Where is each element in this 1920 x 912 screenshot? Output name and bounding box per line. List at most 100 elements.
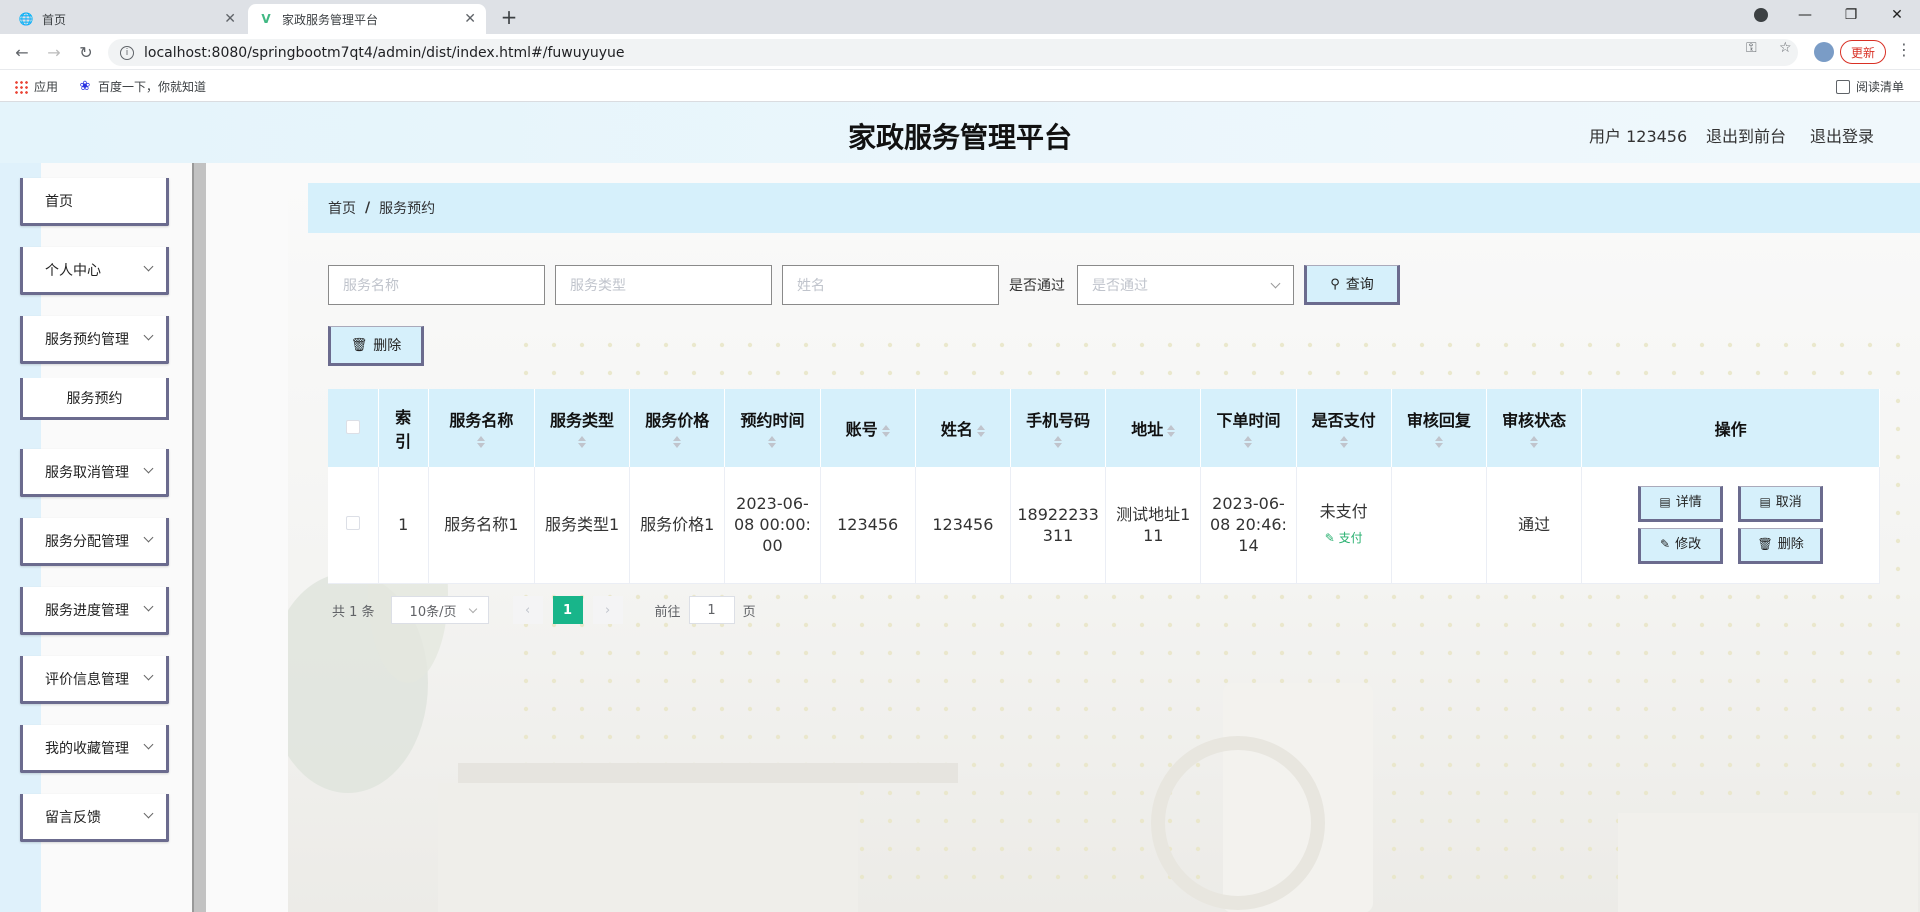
service-name-input[interactable]: 服务名称	[328, 265, 545, 305]
cell-order-time: 2023-06-08 20:46:14	[1200, 467, 1297, 584]
query-button[interactable]: ⚲ 查询	[1304, 265, 1400, 305]
sort-icon[interactable]	[1392, 435, 1486, 449]
col-appointment-time[interactable]: 预约时间	[724, 389, 821, 467]
person-name-input[interactable]: 姓名	[782, 265, 999, 305]
sidebar-item-feedback[interactable]: 留言反馈	[20, 794, 169, 842]
select-all-cell	[328, 389, 379, 467]
back-icon[interactable]: ←	[10, 40, 34, 64]
sidebar-item-appointment-mgmt[interactable]: 服务预约管理	[20, 316, 169, 364]
service-type-input[interactable]: 服务类型	[555, 265, 772, 305]
sidebar-item-assign-mgmt[interactable]: 服务分配管理	[20, 518, 169, 566]
col-service-name[interactable]: 服务名称	[428, 389, 535, 467]
tab-title: 家政服务管理平台	[282, 12, 379, 27]
sidebar-item-personal-center[interactable]: 个人中心	[20, 247, 169, 295]
close-tab-icon[interactable]: ✕	[224, 11, 236, 27]
detail-button[interactable]: ▤ 详情	[1638, 485, 1724, 522]
edit-pen-icon: ✎	[1324, 530, 1335, 545]
sort-icon[interactable]	[630, 435, 724, 449]
col-service-price[interactable]: 服务价格	[629, 389, 726, 467]
sort-icon[interactable]	[429, 435, 534, 449]
tab-title: 首页	[42, 12, 67, 27]
batch-delete-button[interactable]: 🗑 删除	[328, 326, 424, 366]
col-review-reply[interactable]: 审核回复	[1391, 389, 1487, 467]
col-address[interactable]: 地址	[1105, 389, 1202, 467]
logout-link[interactable]: 退出登录	[1810, 123, 1874, 147]
cell-service-type: 服务类型1	[534, 467, 631, 584]
sidebar-item-label: 服务预约管理	[45, 331, 129, 348]
column-header: 服务类型	[550, 411, 615, 430]
edit-button[interactable]: ✎ 修改	[1638, 527, 1724, 564]
sidebar-scrollbar[interactable]	[192, 163, 206, 912]
delete-label: 删除	[1777, 537, 1804, 553]
cancel-button[interactable]: ▤ 取消	[1738, 485, 1824, 522]
minimize-icon[interactable]: —	[1782, 0, 1828, 30]
new-tab-button[interactable]: +	[498, 5, 520, 29]
bookmark-baidu[interactable]: ❀ 百度一下，你就知道	[78, 78, 206, 95]
restore-icon[interactable]: ❐	[1828, 0, 1874, 30]
update-button[interactable]: 更新	[1840, 40, 1887, 64]
col-account[interactable]: 账号	[820, 389, 916, 467]
sidebar-item-review-mgmt[interactable]: 评价信息管理	[20, 656, 169, 704]
next-page-button[interactable]: ›	[592, 596, 623, 624]
window-close-icon[interactable]: ✕	[1874, 0, 1920, 30]
sort-icon[interactable]	[1297, 435, 1391, 449]
sidebar-item-favorites-mgmt[interactable]: 我的收藏管理	[20, 725, 169, 773]
sidebar-item-progress-mgmt[interactable]: 服务进度管理	[20, 587, 169, 635]
col-order-time[interactable]: 下单时间	[1200, 389, 1297, 467]
bookmark-apps[interactable]: 应用	[14, 78, 58, 95]
sidebar-subitem-appointment[interactable]: 服务预约	[20, 378, 169, 420]
sort-icon[interactable]	[725, 435, 819, 449]
site-info-icon[interactable]: i	[120, 45, 134, 60]
delete-button-label: 删除	[373, 338, 402, 354]
sort-icon[interactable]	[976, 424, 985, 438]
breadcrumb-home[interactable]: 首页	[328, 198, 356, 218]
more-menu-icon[interactable]: ⋮	[1896, 40, 1912, 59]
col-name[interactable]: 姓名	[915, 389, 1011, 467]
sort-icon[interactable]	[1487, 435, 1581, 449]
column-header: 手机号码	[1026, 411, 1091, 430]
col-review-status[interactable]: 审核状态	[1486, 389, 1583, 467]
address-bar[interactable]: i localhost:8080/springbootm7qt4/admin/d…	[108, 39, 1798, 66]
column-header: 审核状态	[1502, 411, 1567, 430]
query-button-label: 查询	[1345, 277, 1374, 293]
row-delete-button[interactable]: 🗑 删除	[1738, 527, 1824, 564]
col-phone[interactable]: 手机号码	[1010, 389, 1107, 467]
reading-list[interactable]: 阅读清单	[1836, 78, 1904, 95]
exit-to-front-link[interactable]: 退出到前台	[1706, 123, 1786, 147]
sort-icon[interactable]	[881, 424, 890, 438]
col-paid[interactable]: 是否支付	[1296, 389, 1392, 467]
pay-label: 支付	[1338, 530, 1363, 545]
forward-icon[interactable]: →	[42, 40, 66, 64]
pay-link[interactable]: ✎ 支付	[1303, 528, 1385, 549]
profile-avatar[interactable]	[1814, 42, 1834, 62]
cell-account: 123456	[820, 467, 916, 584]
trash-icon: 🗑	[350, 337, 368, 353]
goto-page-input[interactable]: 1	[688, 596, 735, 624]
cell-name: 123456	[915, 467, 1011, 584]
reload-icon[interactable]: ↻	[74, 40, 98, 64]
sidebar-item-label: 服务预约	[66, 390, 123, 407]
row-checkbox[interactable]	[345, 516, 360, 531]
select-all-checkbox[interactable]	[345, 419, 360, 434]
sort-icon[interactable]	[1167, 424, 1176, 438]
pass-filter-select[interactable]: 是否通过	[1077, 265, 1294, 305]
chevron-down-icon	[143, 739, 154, 750]
tab-search-icon[interactable]	[1738, 0, 1784, 30]
column-header: 审核回复	[1406, 411, 1471, 430]
sort-icon[interactable]	[535, 435, 629, 449]
sidebar-item-home[interactable]: 首页	[20, 178, 169, 226]
page-number-current[interactable]: 1	[552, 596, 583, 624]
browser-tab-active[interactable]: V 家政服务管理平台 ✕	[248, 4, 486, 34]
sidebar-item-cancel-mgmt[interactable]: 服务取消管理	[20, 449, 169, 497]
prev-page-button[interactable]: ‹	[512, 596, 543, 624]
sort-icon[interactable]	[1201, 435, 1295, 449]
close-tab-icon[interactable]: ✕	[464, 11, 476, 27]
column-header: 下单时间	[1216, 411, 1281, 430]
sort-icon[interactable]	[1011, 435, 1105, 449]
page-size-select[interactable]: 10条/页	[390, 596, 489, 624]
col-service-type[interactable]: 服务类型	[534, 389, 631, 467]
chevron-down-icon	[143, 532, 154, 543]
star-icon[interactable]: ☆	[1779, 40, 1792, 56]
key-icon[interactable]: ⚿	[1746, 40, 1757, 56]
browser-tab-home[interactable]: 🌐 首页 ✕	[8, 4, 246, 34]
